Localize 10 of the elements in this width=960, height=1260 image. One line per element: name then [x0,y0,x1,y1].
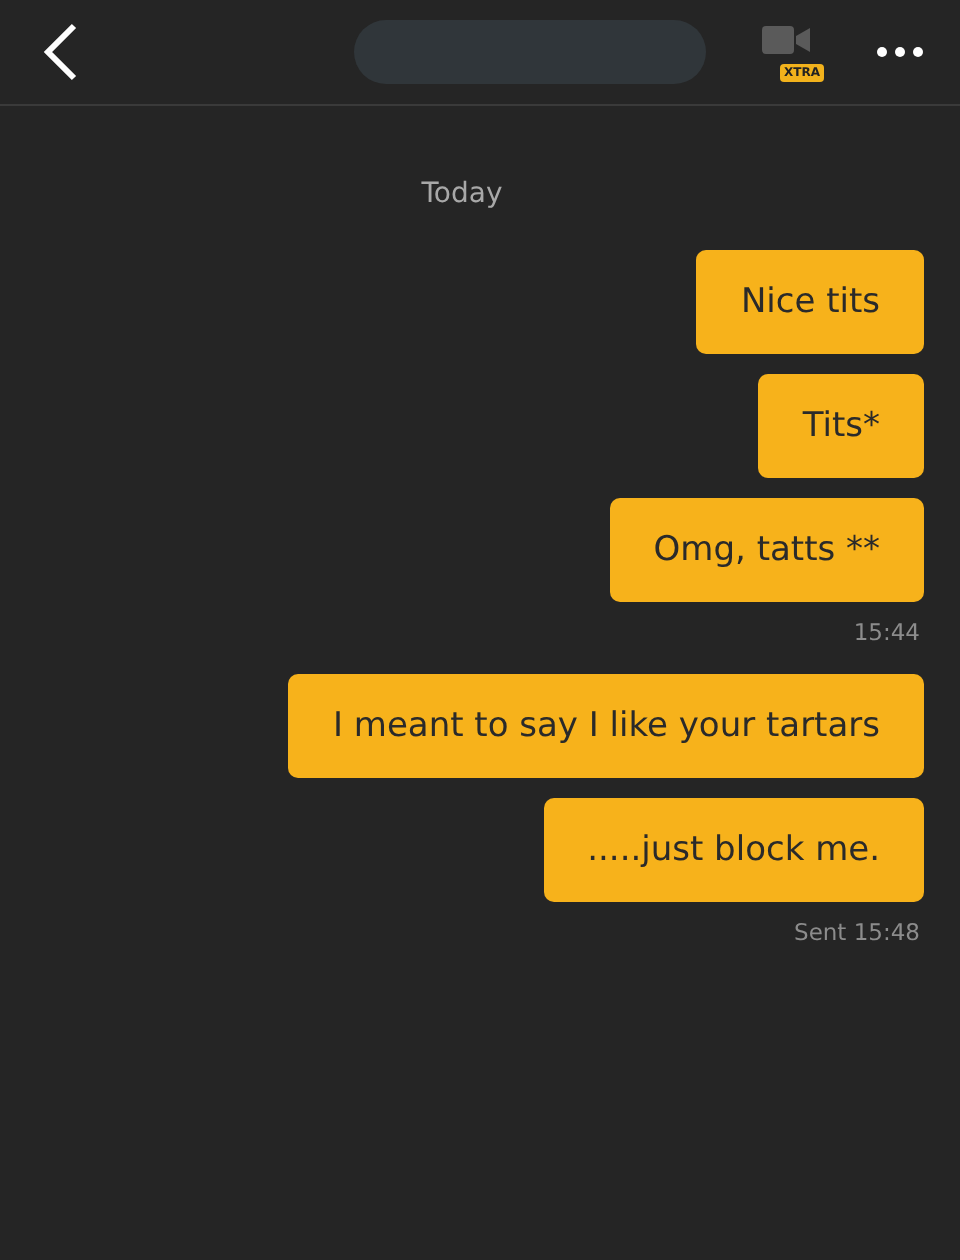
message-time: Sent 15:48 [794,918,920,946]
date-divider: Today [421,178,503,210]
message-bubble: .....just block me. [543,798,924,902]
message-bubble: I meant to say I like your tartars [288,674,924,778]
message-bubble: Omg, tatts ** [609,498,924,602]
message-bubble: Tits* [758,374,924,478]
message-time: 15:44 [853,618,920,646]
more-options-icon[interactable] [876,46,924,58]
back-icon[interactable] [40,22,80,82]
message-bubble: Nice tits [696,250,924,354]
